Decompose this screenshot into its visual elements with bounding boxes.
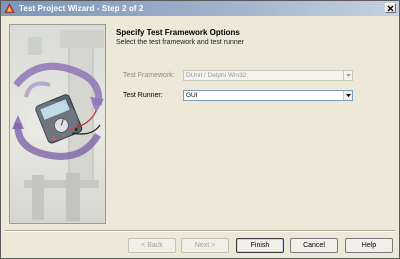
title-bar[interactable]: Test Project Wizard - Step 2 of 2 bbox=[1, 1, 399, 16]
footer-separator bbox=[5, 230, 395, 232]
close-button[interactable] bbox=[385, 3, 396, 13]
test-framework-select: DUnit / Delphi Win32 bbox=[183, 70, 353, 81]
chevron-down-icon bbox=[343, 71, 352, 80]
window-title: Test Project Wizard - Step 2 of 2 bbox=[19, 4, 144, 13]
wizard-window: Test Project Wizard - Step 2 of 2 Specif… bbox=[0, 0, 400, 259]
page-title: Specify Test Framework Options bbox=[116, 28, 240, 37]
test-framework-value: DUnit / Delphi Win32 bbox=[186, 72, 247, 79]
test-runner-select[interactable]: GUI bbox=[183, 90, 353, 101]
test-runner-value: GUI bbox=[186, 92, 198, 99]
finish-button[interactable]: Finish bbox=[236, 238, 284, 253]
back-button: < Back bbox=[128, 238, 176, 253]
next-button: Next > bbox=[181, 238, 229, 253]
page-subtitle: Select the test framework and test runne… bbox=[116, 39, 245, 46]
cancel-button[interactable]: Cancel bbox=[290, 238, 338, 253]
close-icon bbox=[387, 5, 394, 11]
help-button[interactable]: Help bbox=[345, 238, 393, 253]
chevron-down-icon[interactable] bbox=[343, 91, 352, 100]
wizard-banner-image bbox=[9, 24, 106, 224]
test-runner-label: Test Runner: bbox=[123, 92, 163, 99]
wizard-app-icon bbox=[4, 3, 15, 14]
test-framework-label: Test Framework: bbox=[123, 72, 175, 79]
